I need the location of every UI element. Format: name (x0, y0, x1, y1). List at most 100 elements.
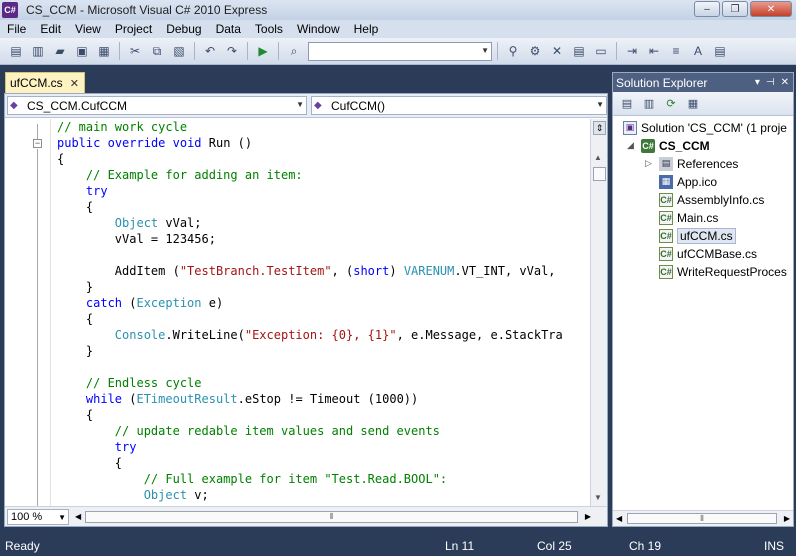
find-in-files-icon[interactable]: ⌕ (284, 41, 304, 61)
menu-file[interactable]: File (0, 22, 33, 36)
tree-item[interactable]: ▦ App.ico (659, 173, 717, 190)
close-icon[interactable]: ✕ (781, 77, 789, 88)
code-line: while (ETimeoutResult.eStop != Timeout (… (57, 391, 418, 407)
code-token: catch (85, 296, 123, 310)
menu-edit[interactable]: Edit (33, 22, 68, 36)
chevron-down-icon[interactable]: ▼ (481, 46, 489, 55)
scroll-thumb[interactable] (593, 167, 606, 181)
tree-item[interactable]: ▣ Solution 'CS_CCM' (1 proje (623, 119, 787, 136)
class-combo[interactable]: ◆ CS_CCM.CufCCM ▼ (7, 96, 307, 115)
maximize-button[interactable]: ❐ (722, 1, 748, 17)
pin-icon[interactable]: ⊣ (766, 77, 775, 88)
tree-item-label: References (677, 156, 739, 171)
tab-ufccm-cs[interactable]: ufCCM.cs ✕ (5, 72, 85, 93)
dropdown-icon[interactable]: ▾ (755, 77, 760, 88)
new-project-icon[interactable]: ▤ (6, 41, 26, 61)
menu-tools[interactable]: Tools (248, 22, 290, 36)
find-combo[interactable]: ▼ (308, 41, 492, 61)
tree-item-label: Main.cs (677, 210, 719, 225)
menu-help[interactable]: Help (347, 22, 386, 36)
properties-icon[interactable]: ⚙ (525, 41, 545, 61)
save-icon[interactable]: ▣ (72, 41, 92, 61)
vertical-scrollbar[interactable]: ⇕ ▲ ▼ (590, 119, 607, 506)
properties-icon[interactable]: ▤ (618, 95, 636, 113)
paste-icon[interactable]: ▧ (169, 41, 189, 61)
code-line: vVal = 123456; (57, 231, 216, 247)
toolbox-icon[interactable]: ✕ (547, 41, 567, 61)
expander-icon[interactable]: ◢ (627, 140, 634, 151)
scroll-thumb[interactable]: ⦀ (85, 510, 578, 523)
font-icon[interactable]: A (688, 41, 708, 61)
tree-item[interactable]: C# WriteRequestProces (659, 263, 787, 280)
find-icon[interactable]: ⚲ (503, 41, 523, 61)
scroll-left-icon[interactable]: ◀ (75, 512, 81, 521)
member-combo-value: CufCCM() (331, 98, 385, 113)
comment-icon[interactable]: ≡ (666, 41, 686, 61)
expander-icon[interactable]: ▷ (645, 158, 652, 169)
show-all-files-icon[interactable]: ▥ (640, 95, 658, 113)
add-item-icon[interactable]: ▥ (28, 41, 48, 61)
tree-item[interactable]: C# ufCCM.cs (659, 227, 736, 244)
open-file-icon[interactable]: ▰ (50, 41, 70, 61)
menu-window[interactable]: Window (290, 22, 347, 36)
code-line: } (57, 279, 93, 295)
menu-debug[interactable]: Debug (159, 22, 208, 36)
member-combo[interactable]: ◆ CufCCM() ▼ (311, 96, 607, 115)
horizontal-scrollbar[interactable]: ◀ ⦀ ▶ (73, 509, 593, 525)
tree-item[interactable]: ▷ ▤ References (645, 155, 739, 172)
tree-item[interactable]: C# Main.cs (659, 209, 718, 226)
scroll-left-icon[interactable]: ◀ (616, 514, 622, 523)
scroll-right-icon[interactable]: ▶ (585, 512, 591, 521)
chevron-down-icon[interactable]: ▼ (58, 513, 66, 522)
zoom-combo[interactable]: 100 % ▼ (7, 508, 69, 525)
code-token: vVal; (158, 216, 202, 230)
scroll-right-icon[interactable]: ▶ (784, 514, 790, 523)
close-icon[interactable]: ✕ (70, 77, 79, 90)
scroll-thumb[interactable]: ⦀ (627, 513, 777, 524)
scroll-up-icon[interactable]: ▲ (594, 153, 602, 162)
cut-icon[interactable]: ✂ (125, 41, 145, 61)
code-area[interactable]: // main work cycle public override void R… (57, 119, 589, 506)
toolbar-separator (616, 42, 617, 60)
chevron-down-icon[interactable]: ▼ (296, 100, 304, 109)
extension-icon[interactable]: ▤ (710, 41, 730, 61)
collapse-icon[interactable]: − (33, 139, 42, 148)
start-debugging-icon[interactable]: ▶ (253, 41, 273, 61)
scroll-down-icon[interactable]: ▼ (594, 493, 602, 502)
undo-icon[interactable]: ↶ (200, 41, 220, 61)
chevron-down-icon[interactable]: ▼ (596, 100, 604, 109)
code-token: Run () (201, 136, 253, 150)
start-page-icon[interactable]: ▭ (591, 41, 611, 61)
redo-icon[interactable]: ↷ (222, 41, 242, 61)
outdent-icon[interactable]: ⇤ (644, 41, 664, 61)
code-line: catch (Exception e) (57, 295, 223, 311)
solution-explorer-panel: Solution Explorer ▾ ⊣ ✕ ▤ ▥ ⟳ ▦ ▣ Solutio… (612, 72, 794, 527)
close-button[interactable]: ✕ (750, 1, 792, 17)
menu-project[interactable]: Project (108, 22, 159, 36)
code-token: .eStop != Timeout (1000)) (237, 392, 419, 406)
code-token: AddItem ( (57, 264, 180, 278)
tree-item-label: ufCCMBase.cs (677, 246, 758, 261)
tree-item[interactable]: C# AssemblyInfo.cs (659, 191, 764, 208)
indent-icon[interactable]: ⇥ (622, 41, 642, 61)
split-handle[interactable]: ⇕ (593, 121, 606, 135)
tree-item[interactable]: C# ufCCMBase.cs (659, 245, 757, 262)
code-line: } (57, 343, 93, 359)
menu-data[interactable]: Data (209, 22, 248, 36)
tree-item[interactable]: ◢ C# CS_CCM (627, 137, 710, 154)
refresh-icon[interactable]: ⟳ (662, 95, 680, 113)
save-all-icon[interactable]: ▦ (94, 41, 114, 61)
menu-view[interactable]: View (68, 22, 108, 36)
code-editor: ◆ CS_CCM.CufCCM ▼ ◆ CufCCM() ▼ − // main… (4, 93, 608, 527)
view-class-diagram-icon[interactable]: ▦ (684, 95, 702, 113)
solution-explorer-icon[interactable]: ▤ (569, 41, 589, 61)
code-line: Console.WriteLine("Exception: {0}, {1}",… (57, 327, 563, 343)
window-title: CS_CCM - Microsoft Visual C# 2010 Expres… (26, 3, 268, 17)
minimize-button[interactable]: – (694, 1, 720, 17)
horizontal-scrollbar[interactable]: ◀ ⦀ ▶ (613, 510, 793, 526)
copy-icon[interactable]: ⧉ (147, 41, 167, 61)
